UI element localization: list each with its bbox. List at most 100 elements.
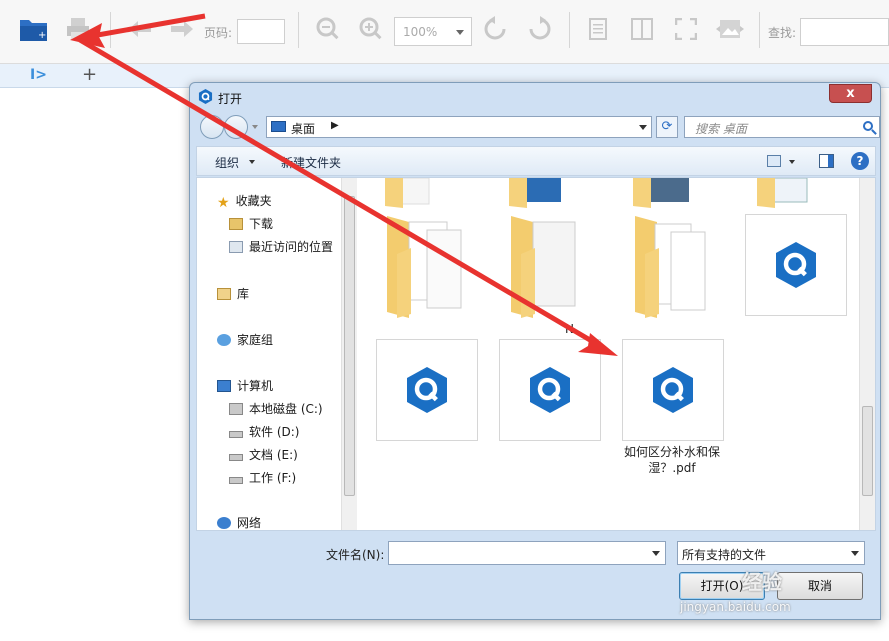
toolbar-separator bbox=[759, 12, 760, 48]
folder-label-partial: N bbox=[565, 322, 574, 336]
file-list-scrollbar[interactable] bbox=[859, 178, 875, 530]
print-button[interactable] bbox=[62, 12, 94, 46]
filename-input[interactable] bbox=[388, 541, 666, 565]
history-dropdown-icon[interactable] bbox=[252, 125, 258, 129]
nav-label: 下载 bbox=[249, 217, 274, 231]
refresh-button[interactable]: ⟳ bbox=[656, 116, 678, 138]
file-name: 如何区分补水和保湿？.pdf bbox=[623, 445, 720, 475]
add-tab-button[interactable]: + bbox=[82, 64, 97, 85]
nav-item-computer[interactable]: 计算机 bbox=[217, 377, 273, 394]
nav-label: 软件 (D:) bbox=[249, 425, 300, 439]
single-page-view-button[interactable] bbox=[582, 12, 614, 46]
previous-page-button[interactable] bbox=[124, 12, 156, 46]
change-view-icon[interactable] bbox=[767, 155, 781, 167]
navigation-row: 桌面 ▶ ⟳ 搜索 桌面 bbox=[196, 113, 880, 141]
desktop-icon bbox=[271, 121, 286, 132]
folder-icon[interactable] bbox=[383, 178, 453, 208]
nav-label: 网络 bbox=[237, 516, 262, 530]
find-input[interactable] bbox=[800, 18, 889, 46]
scrollbar-thumb[interactable] bbox=[862, 406, 873, 496]
double-page-icon bbox=[631, 18, 653, 40]
nav-label: 文档 (E:) bbox=[249, 448, 298, 462]
file-type-filter[interactable]: 所有支持的文件 bbox=[677, 541, 865, 565]
sidebar-toggle-icon[interactable]: I> bbox=[30, 67, 47, 83]
navigation-scrollbar[interactable] bbox=[341, 178, 357, 530]
app-logo-icon bbox=[653, 367, 693, 413]
pdf-file-item[interactable] bbox=[745, 214, 847, 316]
organize-button[interactable]: 组织 bbox=[215, 154, 239, 171]
system-drive-icon bbox=[229, 403, 243, 415]
zoom-out-button[interactable] bbox=[312, 12, 344, 46]
double-page-view-button[interactable] bbox=[626, 12, 658, 46]
file-type-value: 所有支持的文件 bbox=[682, 548, 767, 562]
nav-item-drive-d[interactable]: 软件 (D:) bbox=[229, 423, 299, 440]
folder-icon[interactable] bbox=[755, 178, 825, 208]
search-icon[interactable] bbox=[863, 121, 873, 131]
forward-button[interactable] bbox=[224, 115, 248, 139]
folder-icon[interactable] bbox=[507, 178, 577, 208]
folder-icon[interactable] bbox=[383, 214, 467, 318]
nav-item-libraries[interactable]: 库 bbox=[217, 285, 249, 302]
folder-icon[interactable] bbox=[631, 178, 701, 208]
star-icon: ★ bbox=[217, 195, 230, 211]
back-button[interactable] bbox=[200, 115, 224, 139]
rotate-left-button[interactable] bbox=[479, 12, 511, 46]
zoom-in-button[interactable] bbox=[355, 12, 387, 46]
nav-label: 家庭组 bbox=[237, 333, 274, 347]
rotate-right-button[interactable] bbox=[524, 12, 556, 46]
nav-item-drive-f[interactable]: 工作 (F:) bbox=[229, 469, 296, 486]
pdf-file-item[interactable] bbox=[376, 339, 478, 441]
nav-item-homegroup[interactable]: 家庭组 bbox=[217, 331, 273, 348]
rotate-cw-icon bbox=[529, 16, 551, 40]
folder-icon[interactable] bbox=[507, 214, 591, 318]
address-path: 桌面 bbox=[291, 122, 316, 136]
chevron-down-icon[interactable] bbox=[652, 551, 660, 556]
open-file-button[interactable]: + bbox=[18, 12, 50, 46]
breadcrumb-chevron-icon[interactable]: ▶ bbox=[331, 120, 339, 131]
folder-icon[interactable] bbox=[631, 214, 715, 318]
nav-item-favorites[interactable]: ★ 收藏夹 bbox=[217, 192, 272, 211]
pdf-file-item[interactable] bbox=[499, 339, 601, 441]
close-button[interactable]: x bbox=[829, 84, 872, 103]
recent-places-icon bbox=[229, 241, 243, 253]
nav-item-network[interactable]: 网络 bbox=[217, 514, 261, 531]
preview-pane-icon[interactable] bbox=[819, 154, 834, 168]
pdf-thumbnail bbox=[622, 339, 724, 441]
nav-item-recent[interactable]: 最近访问的位置 bbox=[229, 238, 333, 255]
pdf-file-item-selected[interactable]: 如何区分补水和保湿？.pdf bbox=[622, 339, 724, 476]
print-icon bbox=[67, 18, 89, 40]
dialog-body: ★ 收藏夹 下载 最近访问的位置 库 家庭组 计算机 本地磁盘 (C:) 软件 … bbox=[196, 177, 876, 531]
page-number-input[interactable] bbox=[237, 19, 285, 44]
chevron-down-icon bbox=[851, 551, 859, 556]
toolbar-separator bbox=[569, 12, 570, 48]
nav-item-downloads[interactable]: 下载 bbox=[229, 215, 273, 232]
toolbar-separator bbox=[110, 12, 111, 48]
filename-label: 文件名(N): bbox=[326, 548, 385, 562]
fullscreen-button[interactable] bbox=[670, 12, 702, 46]
help-icon[interactable]: ? bbox=[851, 152, 869, 170]
nav-label: 库 bbox=[237, 287, 250, 301]
next-page-button[interactable] bbox=[166, 12, 198, 46]
nav-item-drive-c[interactable]: 本地磁盘 (C:) bbox=[229, 400, 323, 417]
zoom-level-select[interactable]: 100% bbox=[394, 17, 472, 46]
chevron-down-icon bbox=[456, 30, 464, 35]
svg-text:+: + bbox=[38, 30, 46, 41]
slideshow-button[interactable] bbox=[714, 12, 746, 46]
zoom-in-icon bbox=[359, 17, 382, 40]
nav-label: 工作 (F:) bbox=[249, 471, 297, 485]
search-input[interactable]: 搜索 桌面 bbox=[684, 116, 880, 138]
command-bar: 组织 新建文件夹 ? bbox=[196, 146, 876, 176]
pdf-reader-window: + 页码: 100% 查找: I> + 打开 x 桌面 ▶ ⟳ 搜索 桌面 组织… bbox=[0, 0, 889, 641]
open-file-dialog: 打开 x 桌面 ▶ ⟳ 搜索 桌面 组织 新建文件夹 ? ★ 收藏夹 下载 最近… bbox=[189, 82, 881, 620]
library-icon bbox=[217, 288, 231, 300]
address-bar[interactable]: 桌面 ▶ bbox=[266, 116, 652, 138]
network-icon bbox=[217, 517, 231, 529]
nav-item-drive-e[interactable]: 文档 (E:) bbox=[229, 446, 298, 463]
scrollbar-thumb[interactable] bbox=[344, 196, 355, 496]
toolbar-separator bbox=[298, 12, 299, 48]
chevron-down-icon[interactable] bbox=[789, 160, 795, 164]
new-folder-button[interactable]: 新建文件夹 bbox=[281, 154, 341, 171]
chevron-down-icon[interactable] bbox=[639, 125, 647, 130]
homegroup-icon bbox=[217, 334, 231, 346]
watermark-url: jingyan.baidu.com bbox=[680, 600, 791, 614]
